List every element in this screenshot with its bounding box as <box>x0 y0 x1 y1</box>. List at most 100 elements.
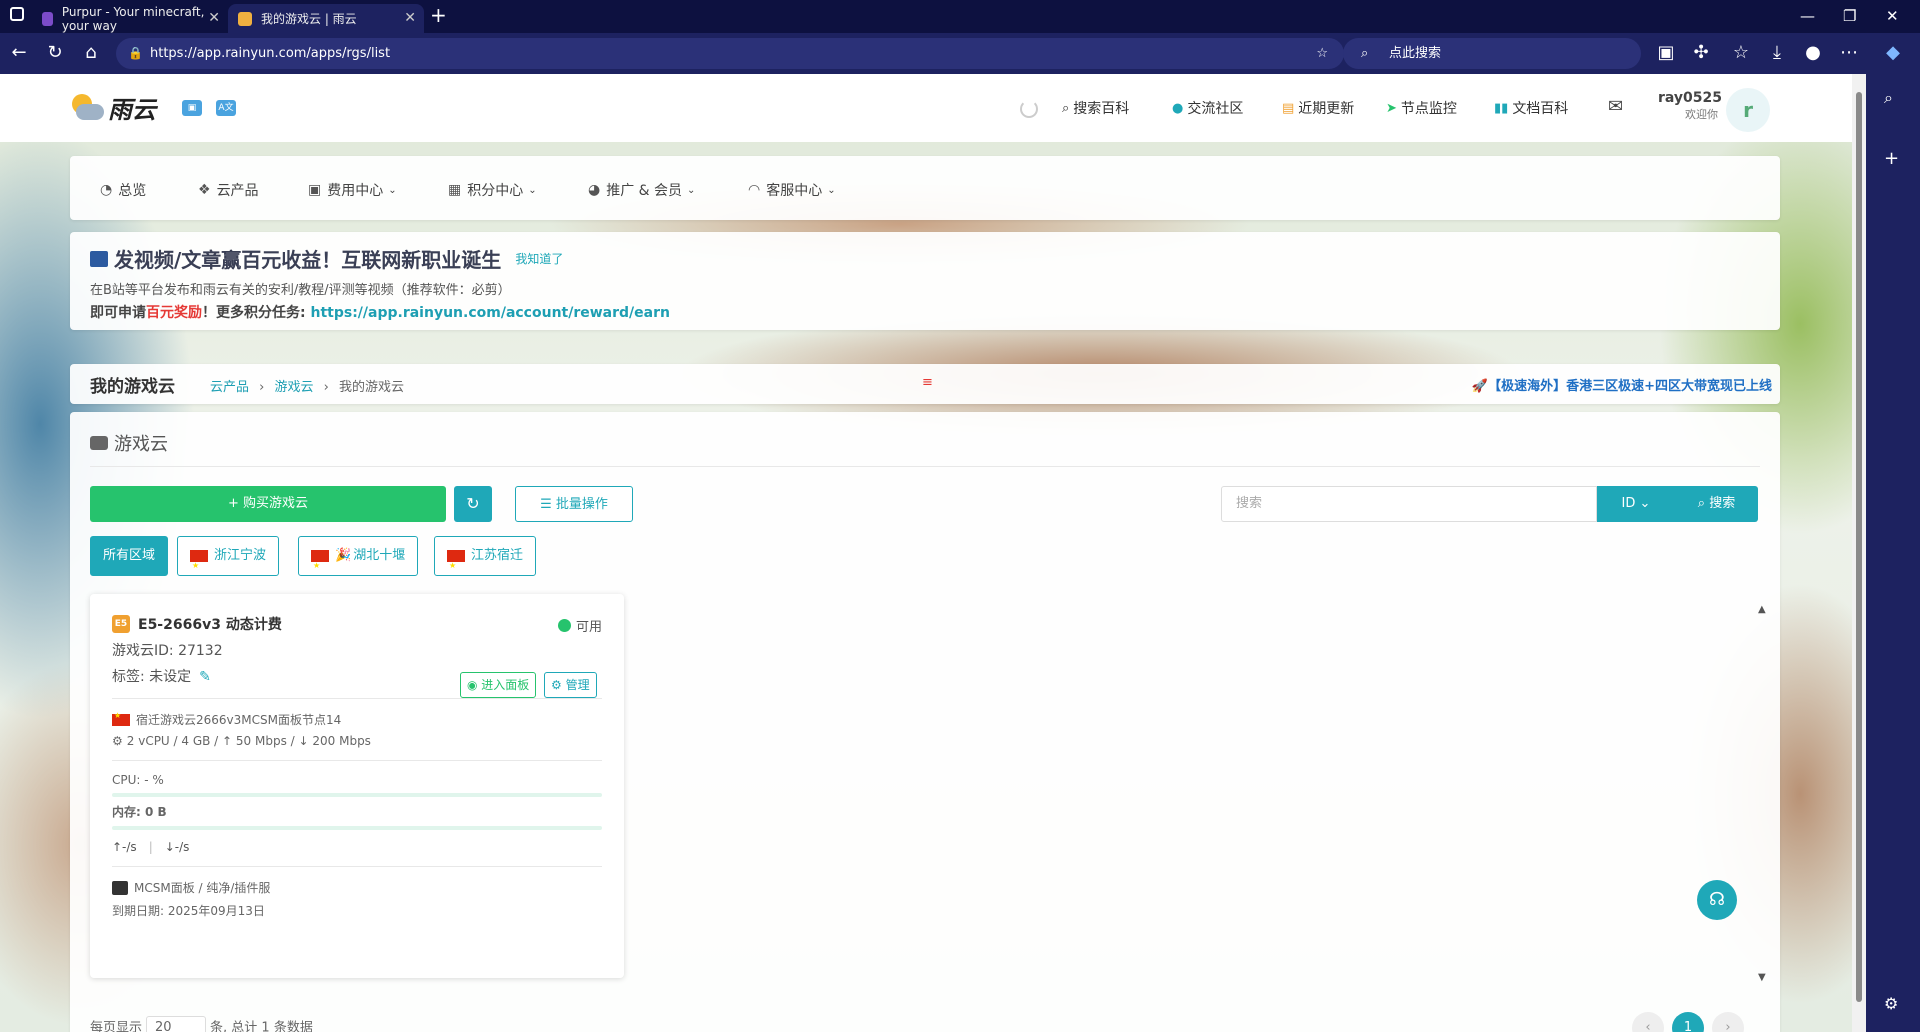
avatar[interactable]: r <box>1726 88 1770 132</box>
maximize-icon[interactable]: ❐ <box>1843 7 1856 25</box>
puzzle-icon[interactable]: ✣ <box>1690 42 1712 64</box>
page-title: 我的游戏云 <box>90 377 175 397</box>
search-button[interactable]: ⌕ 搜索 <box>1675 486 1758 522</box>
home-icon[interactable]: ⌂ <box>80 42 102 64</box>
scrollbar-thumb[interactable] <box>1856 92 1862 1002</box>
next-page-button[interactable]: › <box>1712 1012 1744 1032</box>
breadcrumb-bar: 我的游戏云 云产品 › 游戏云 › 我的游戏云 ≡ 🚀【极速海外】香港三区极速+… <box>70 364 1780 404</box>
tab-actions-icon[interactable] <box>10 7 24 21</box>
batch-operation-button[interactable]: ☰ 批量操作 <box>515 486 633 522</box>
panel-icon: ◉ <box>467 678 482 692</box>
search-icon: ⌕ <box>1062 100 1070 116</box>
favorites-icon[interactable]: ☆ <box>1730 42 1752 64</box>
china-flag-icon <box>311 547 329 585</box>
nav-node-monitor[interactable]: ➤ 节点监控 <box>1386 98 1457 118</box>
cpu-usage-bar <box>112 793 602 797</box>
browser-search-placeholder: 点此搜索 <box>1389 46 1442 61</box>
url-field[interactable]: 🔒 https://app.rainyun.com/apps/rgs/list … <box>116 38 1344 69</box>
more-icon[interactable]: ⋯ <box>1838 42 1860 64</box>
menu-cloud-products[interactable]: ❖ 云产品 <box>198 180 259 200</box>
copilot-icon[interactable]: ◆ <box>1882 42 1904 64</box>
favorite-star-icon[interactable]: ☆ <box>1316 38 1328 69</box>
username: ray0525 <box>1658 90 1723 106</box>
per-page-select[interactable]: 20 <box>146 1016 207 1032</box>
promo-link[interactable]: 🚀【极速海外】香港三区极速+四区大带宽现已上线 <box>1472 375 1772 394</box>
refresh-icon: ↻ <box>466 494 480 513</box>
menu-support[interactable]: ◠ 客服中心 ⌄ <box>748 180 836 200</box>
logo[interactable]: 雨云 <box>68 90 156 125</box>
gear-icon: ⚙ <box>551 678 566 692</box>
nav-updates[interactable]: ▤ 近期更新 <box>1282 98 1354 118</box>
red-marker-icon: ≡ <box>922 375 933 390</box>
reward-link[interactable]: https://app.rainyun.com/account/reward/e… <box>310 305 670 321</box>
close-window-icon[interactable]: ✕ <box>1886 7 1899 25</box>
menu-overview[interactable]: ◔ 总览 <box>100 180 146 200</box>
tab-rainyun[interactable]: 我的游戏云 | 雨云 ✕ <box>228 4 424 33</box>
region-jiangsu-suqian[interactable]: 江苏宿迁 <box>434 536 537 585</box>
translate-icon[interactable]: A文 <box>216 100 236 116</box>
prev-page-button[interactable]: ‹ <box>1632 1012 1664 1032</box>
region-zhejiang-ningbo[interactable]: 浙江宁波 <box>177 536 280 585</box>
refresh-button[interactable]: ↻ <box>454 486 492 522</box>
purpur-favicon-icon <box>42 11 53 26</box>
pagination-info: 每页显示 20 条, 总计 1 条数据 <box>90 1016 313 1032</box>
tab-title: Purpur - Your minecraft, your way <box>61 4 205 33</box>
lock-icon: 🔒 <box>128 46 143 60</box>
scroll-down-icon[interactable]: ▼ <box>1758 972 1766 983</box>
play-icon <box>557 619 571 632</box>
user-info[interactable]: ray0525 欢迎你 <box>1658 90 1723 122</box>
minimize-icon[interactable]: — <box>1800 7 1815 25</box>
tab-title: 我的游戏云 | 雨云 <box>261 12 357 26</box>
image-icon[interactable]: ▣ <box>182 100 202 116</box>
support-chat-button[interactable]: ☊ <box>1697 880 1737 920</box>
search-icon[interactable]: ⌕ <box>1884 88 1893 108</box>
nav-docs[interactable]: ▮▮ 文档百科 <box>1494 98 1568 118</box>
settings-icon[interactable]: ⚙ <box>1884 994 1898 1013</box>
profile-icon[interactable]: ● <box>1802 42 1824 64</box>
region-hubei-shiyan[interactable]: 🎉湖北十堰 <box>298 536 419 585</box>
back-icon[interactable]: ← <box>8 42 30 64</box>
nav-search-wiki[interactable]: ⌕ 搜索百科 <box>1062 98 1129 118</box>
china-flag-icon <box>190 547 208 585</box>
chevron-down-icon: ⌄ <box>827 184 836 196</box>
page-scrollbar[interactable] <box>1852 74 1866 1032</box>
tab-purpur[interactable]: Purpur - Your minecraft, your way ✕ <box>32 4 228 33</box>
chevron-down-icon: ⌄ <box>687 184 696 196</box>
search-input[interactable]: 搜索 <box>1221 486 1597 522</box>
enter-panel-button[interactable]: ◉ 进入面板 <box>460 672 537 698</box>
mail-icon[interactable]: ✉ <box>1608 96 1623 117</box>
extension-icon[interactable]: ▣ <box>1655 42 1677 64</box>
close-tab-icon[interactable]: ✕ <box>208 10 220 26</box>
notice-line1: 在B站等平台发布和雨云有关的安利/教程/评测等视频（推荐软件：必剪） <box>90 283 511 298</box>
buy-game-cloud-button[interactable]: + 购买游戏云 <box>90 486 446 522</box>
menu-promotion[interactable]: ◕ 推广 & 会员 ⌄ <box>588 180 695 200</box>
panel-type: MCSM面板 / 纯净/插件服 <box>112 879 602 896</box>
breadcrumb-game-cloud[interactable]: 游戏云 <box>275 380 314 395</box>
menu-billing[interactable]: ▣ 费用中心 ⌄ <box>308 180 397 200</box>
manage-button[interactable]: ⚙ 管理 <box>544 672 597 698</box>
rainyun-favicon-icon <box>238 11 252 26</box>
network-rate: ↑-/s | ↓-/s <box>112 840 190 854</box>
menu-points[interactable]: ▦ 积分中心 ⌄ <box>448 180 537 200</box>
new-tab-icon[interactable]: + <box>430 3 447 27</box>
dismiss-link[interactable]: 我知道了 <box>515 250 563 267</box>
main-menu: ◔ 总览 ❖ 云产品 ▣ 费用中心 ⌄ ▦ 积分中心 ⌄ ◕ 推广 & 会员 ⌄ ◠ 客服中心 ⌄ <box>70 156 1780 220</box>
page-button[interactable]: 1 <box>1672 1012 1704 1032</box>
logo-text: 雨云 <box>108 96 156 124</box>
add-icon[interactable]: + <box>1884 148 1899 169</box>
search-icon: ⌕ <box>1697 496 1710 511</box>
reload-icon[interactable]: ↻ <box>44 42 66 64</box>
book-icon: ▮▮ <box>1494 100 1509 116</box>
cpu-badge: E5 <box>112 615 130 633</box>
scroll-up-icon[interactable]: ▲ <box>1758 604 1766 615</box>
download-icon[interactable]: ⤓ <box>1766 42 1788 64</box>
close-tab-icon[interactable]: ✕ <box>404 10 416 26</box>
search-icon: ⌕ <box>1361 46 1369 61</box>
breadcrumb-cloud-products[interactable]: 云产品 <box>210 380 249 395</box>
nav-community[interactable]: ● 交流社区 <box>1172 98 1243 118</box>
id-select[interactable]: ID ⌄ <box>1597 486 1675 522</box>
region-all[interactable]: 所有区域 <box>90 536 169 576</box>
browser-search-field[interactable]: ⌕ 点此搜索 <box>1343 38 1641 69</box>
edit-icon[interactable]: ✎ <box>199 669 211 685</box>
rocket-icon: 🚀 <box>1471 379 1489 394</box>
